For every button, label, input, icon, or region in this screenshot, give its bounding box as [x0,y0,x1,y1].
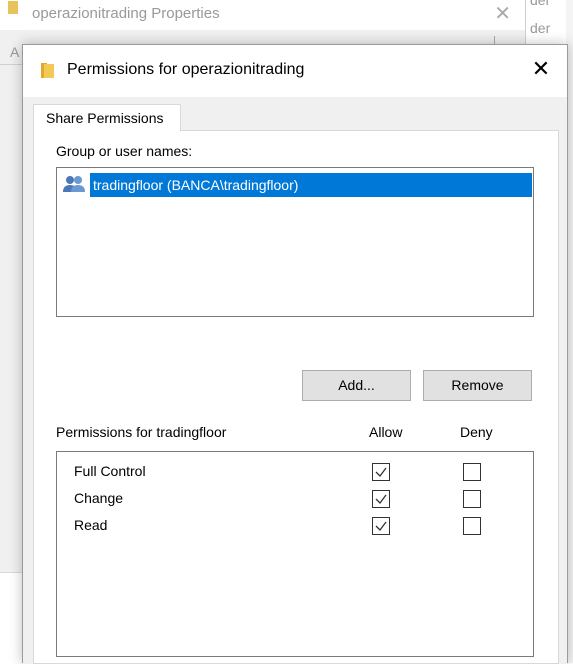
properties-title-bar: operazionitrading Properties ✕ [0,0,525,30]
permission-name: Full Control [74,463,146,479]
deny-checkbox[interactable] [463,463,481,481]
properties-tab-partial[interactable]: A [10,44,19,60]
dialog-body: Share Permissions Group or user names: t… [23,97,567,664]
deny-checkbox[interactable] [463,517,481,535]
remove-button[interactable]: Remove [423,370,532,401]
permission-name: Change [74,490,124,506]
add-button[interactable]: Add... [302,370,411,401]
folder-icon [41,63,54,78]
users-group-icon [63,176,85,192]
allow-checkbox[interactable] [372,490,390,508]
folder-icon [8,1,18,14]
dialog-close-button[interactable]: ✕ [525,53,557,85]
dialog-title-bar: Permissions for operazionitrading ✕ [23,45,567,97]
properties-close-button[interactable]: ✕ [494,1,511,26]
tab-share-permissions[interactable]: Share Permissions [33,104,181,131]
permission-name: Read [74,517,108,533]
users-listbox[interactable]: tradingfloor (BANCA\tradingfloor) [56,167,534,317]
permission-row: Full Control [74,460,514,484]
side-label: der [530,0,551,8]
tab-panel: Group or user names: tradingfloor (BANCA… [33,130,559,664]
properties-title: operazionitrading Properties [32,5,220,22]
group-user-label: Group or user names: [56,143,193,159]
tab-label: Share Permissions [46,110,164,126]
list-item[interactable]: tradingfloor (BANCA\tradingfloor) [62,173,532,197]
deny-checkbox[interactable] [463,490,481,508]
permissions-list: Full Control Change Read [56,451,534,657]
allow-checkbox[interactable] [372,463,390,481]
side-label: der [530,20,551,36]
user-name: tradingfloor (BANCA\tradingfloor) [90,173,532,197]
deny-header: Deny [460,424,493,440]
permission-row: Read [74,514,514,538]
allow-header: Allow [369,424,403,440]
dialog-title: Permissions for operazionitrading [67,61,305,78]
permission-row: Change [74,487,514,511]
allow-checkbox[interactable] [372,517,390,535]
permissions-dialog: Permissions for operazionitrading ✕ Shar… [22,44,568,664]
permissions-label: Permissions for tradingfloor [56,424,227,440]
